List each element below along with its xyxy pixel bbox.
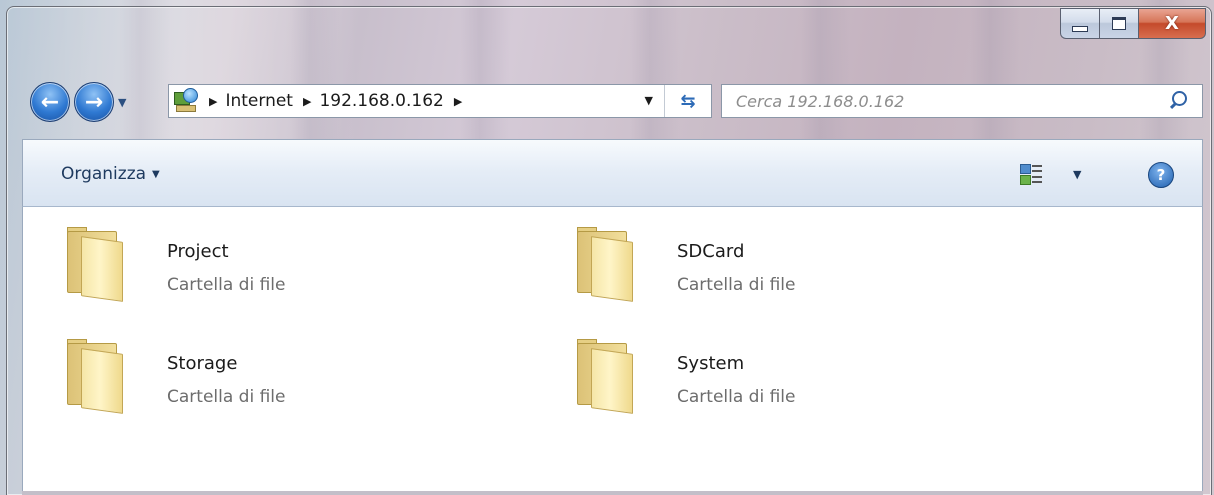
folder-name: Storage: [167, 353, 238, 374]
organize-button[interactable]: Organizza ▼: [61, 164, 160, 184]
content-pane: Project Cartella di file SDCard Cartella…: [22, 207, 1203, 495]
forward-arrow-icon: →: [84, 89, 104, 115]
close-button[interactable]: X: [1138, 8, 1206, 39]
caption-buttons: X: [1060, 8, 1206, 39]
breadcrumb-separator-icon[interactable]: ▶: [454, 95, 462, 108]
folder-icon: [67, 227, 127, 302]
change-view-icon[interactable]: [1020, 162, 1044, 186]
view-options-dropdown-icon[interactable]: ▼: [1073, 168, 1081, 181]
search-icon[interactable]: [1166, 87, 1194, 115]
folder-tile-sdcard[interactable]: SDCard Cartella di file: [533, 207, 1013, 307]
window-bottom-edge: [22, 491, 1203, 495]
folder-tile-project[interactable]: Project Cartella di file: [23, 207, 503, 307]
maximize-icon: [1112, 17, 1126, 30]
minimize-button[interactable]: [1060, 8, 1099, 39]
close-icon: X: [1165, 13, 1179, 34]
minimize-icon: [1072, 25, 1088, 32]
folder-tile-storage[interactable]: Storage Cartella di file: [23, 319, 503, 419]
breadcrumb-separator-icon[interactable]: ▶: [209, 95, 217, 108]
folder-icon: [577, 339, 637, 414]
folder-type: Cartella di file: [677, 387, 796, 407]
refresh-icon: ⇆: [680, 90, 696, 112]
folder-icon: [577, 227, 637, 302]
back-arrow-icon: ←: [40, 89, 60, 115]
breadcrumb-host[interactable]: 192.168.0.162: [319, 91, 443, 111]
folder-name: SDCard: [677, 241, 745, 262]
help-icon[interactable]: ?: [1148, 162, 1174, 188]
maximize-button[interactable]: [1099, 8, 1138, 39]
folder-tile-system[interactable]: System Cartella di file: [533, 319, 1013, 419]
search-input[interactable]: Cerca 192.168.0.162: [736, 92, 1166, 111]
folder-type: Cartella di file: [677, 275, 796, 295]
search-box[interactable]: Cerca 192.168.0.162: [721, 84, 1203, 118]
folder-name: System: [677, 353, 745, 374]
address-dropdown-icon[interactable]: ▼: [645, 94, 653, 107]
navigation-buttons: ← → ▼: [30, 82, 126, 122]
recent-pages-dropdown-icon[interactable]: ▼: [118, 96, 126, 109]
breadcrumb-internet[interactable]: Internet: [225, 91, 293, 111]
breadcrumb-separator-icon[interactable]: ▶: [303, 95, 311, 108]
folder-name: Project: [167, 241, 229, 262]
chevron-down-icon: ▼: [152, 168, 160, 180]
organize-label: Organizza: [61, 164, 147, 184]
refresh-button[interactable]: ⇆: [664, 85, 711, 117]
back-button[interactable]: ←: [30, 82, 70, 122]
folder-type: Cartella di file: [167, 387, 286, 407]
address-bar[interactable]: ▶ Internet ▶ 192.168.0.162 ▶ ▼ ⇆: [168, 84, 712, 118]
forward-button[interactable]: →: [74, 82, 114, 122]
network-icon: [173, 88, 199, 114]
folder-icon: [67, 339, 127, 414]
command-bar: Organizza ▼ ▼ ?: [22, 139, 1203, 207]
folder-type: Cartella di file: [167, 275, 286, 295]
